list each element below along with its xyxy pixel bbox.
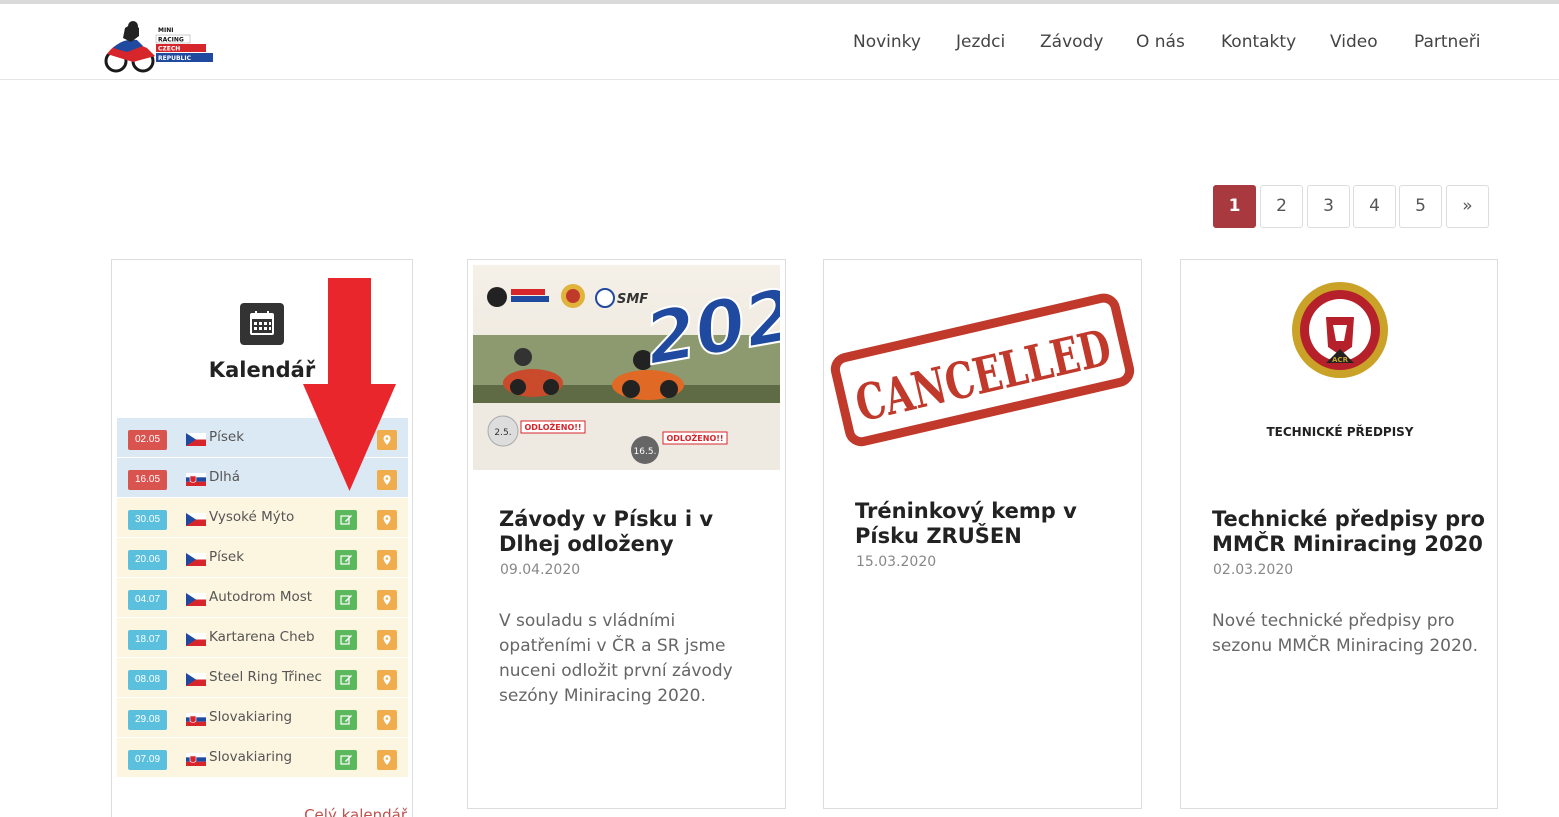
svg-text:ODLOŽENO!!: ODLOŽENO!! <box>666 432 723 443</box>
article-date: 09.04.2020 <box>500 562 581 578</box>
nav-item-kontakty[interactable]: Kontakty <box>1221 32 1296 52</box>
event-date-badge: 16.05 <box>128 470 167 490</box>
article-card[interactable]: ACR TECHNICKÉ PŘEDPISY Technické předpis… <box>1180 259 1498 809</box>
calendar-row: 29.08 Slovakiaring <box>117 698 408 738</box>
map-marker-icon[interactable] <box>377 510 397 530</box>
event-place: Vysoké Mýto <box>209 509 295 525</box>
article-card[interactable]: CANCELLED Tréninkový kemp v Písku ZRUŠEN… <box>823 259 1142 809</box>
event-date-badge: 04.07 <box>128 590 167 610</box>
event-date-badge: 07.09 <box>128 750 167 770</box>
main-nav: Novinky Jezdci Závody O nás Kontakty Vid… <box>0 32 1559 56</box>
calendar-icon <box>240 303 284 345</box>
article-title[interactable]: Tréninkový kemp v Písku ZRUŠEN <box>855 499 1115 549</box>
calendar-row: 20.06 Písek <box>117 538 408 578</box>
article-title[interactable]: Technické předpisy pro MMČR Miniracing 2… <box>1212 507 1487 557</box>
image-caption: TECHNICKÉ PŘEDPISY <box>1266 424 1413 439</box>
event-place: Slovakiaring <box>209 709 293 725</box>
red-arrow-annotation <box>303 278 396 491</box>
event-date-badge: 29.08 <box>128 710 167 730</box>
nav-item-o-nas[interactable]: O nás <box>1136 32 1185 52</box>
register-edit-icon[interactable] <box>335 590 357 610</box>
article-excerpt: V souladu s vládními opatřeními v ČR a S… <box>499 611 733 706</box>
event-place: Autodrom Most <box>209 589 313 605</box>
register-edit-icon[interactable] <box>335 670 357 690</box>
next-page-button[interactable]: » <box>1446 185 1489 228</box>
slovak-flag-icon <box>186 473 206 486</box>
register-edit-icon[interactable] <box>335 550 357 570</box>
register-edit-icon[interactable] <box>335 510 357 530</box>
event-date-badge: 02.05 <box>128 430 167 450</box>
nav-item-partneri[interactable]: Partneři <box>1414 32 1481 52</box>
czech-flag-icon <box>186 593 206 606</box>
article-date: 02.03.2020 <box>1213 562 1294 578</box>
autoklub-seal: ACR <box>1292 282 1388 378</box>
calendar-row: 07.09 Slovakiaring <box>117 738 408 778</box>
map-marker-icon[interactable] <box>377 550 397 570</box>
svg-text:16.5.: 16.5. <box>634 447 657 457</box>
calendar-row: 18.07 Kartarena Cheb <box>117 618 408 658</box>
event-place: Kartarena Cheb <box>209 629 315 645</box>
event-date-badge: 18.07 <box>128 630 167 650</box>
site-header: MINI RACING CZECH REPUBLIC Novinky Jezdc… <box>0 4 1559 80</box>
nav-item-jezdci[interactable]: Jezdci <box>956 32 1005 52</box>
article-image-race-postponed[interactable]: SMF 2020 2.5. ODLOŽENO!! 16.5. ODLOŽENO!… <box>473 265 780 470</box>
czech-flag-icon <box>186 513 206 526</box>
event-place: Slovakiaring <box>209 749 293 765</box>
event-date-badge: 08.08 <box>128 670 167 690</box>
calendar-row: 04.07 Autodrom Most <box>117 578 408 618</box>
czech-flag-icon <box>186 673 206 686</box>
full-calendar-link[interactable]: Celý kalendář <box>304 806 407 817</box>
event-place: Písek <box>209 549 245 565</box>
article-card[interactable]: SMF 2020 2.5. ODLOŽENO!! 16.5. ODLOŽENO!… <box>467 259 786 809</box>
article-excerpt: Nové technické předpisy pro sezonu MMČR … <box>1212 611 1479 656</box>
svg-text:ACR: ACR <box>1332 356 1349 364</box>
article-image-technical-rules[interactable]: ACR TECHNICKÉ PŘEDPISY <box>1186 265 1492 470</box>
czech-flag-icon <box>186 633 206 646</box>
map-marker-icon[interactable] <box>377 630 397 650</box>
article-title[interactable]: Závody v Písku i v Dlhej odloženy <box>499 507 774 557</box>
slovak-flag-icon <box>186 713 206 726</box>
nav-item-zavody[interactable]: Závody <box>1040 32 1103 52</box>
page-3-button[interactable]: 3 <box>1307 185 1350 228</box>
map-marker-icon[interactable] <box>377 750 397 770</box>
event-place: Dlhá <box>209 469 240 485</box>
svg-text:2.5.: 2.5. <box>494 428 511 438</box>
page-1-button[interactable]: 1 <box>1213 185 1256 228</box>
event-date-badge: 20.06 <box>128 550 167 570</box>
event-place: Steel Ring Třinec <box>209 669 322 685</box>
svg-text:ODLOŽENO!!: ODLOŽENO!! <box>524 421 581 432</box>
czech-flag-icon <box>186 553 206 566</box>
page-4-button[interactable]: 4 <box>1353 185 1396 228</box>
page-2-button[interactable]: 2 <box>1260 185 1303 228</box>
logo-word-republic: REPUBLIC <box>158 55 192 62</box>
map-marker-icon[interactable] <box>377 670 397 690</box>
slovak-flag-icon <box>186 753 206 766</box>
event-place: Písek <box>209 429 245 445</box>
nav-item-novinky[interactable]: Novinky <box>853 32 921 52</box>
calendar-row: 08.08 Steel Ring Třinec <box>117 658 408 698</box>
event-date-badge: 30.05 <box>128 510 167 530</box>
page-5-button[interactable]: 5 <box>1399 185 1442 228</box>
nav-item-video[interactable]: Video <box>1330 32 1378 52</box>
register-edit-icon[interactable] <box>335 750 357 770</box>
article-image-cancelled[interactable]: CANCELLED <box>829 265 1136 470</box>
calendar-row: 30.05 Vysoké Mýto <box>117 498 408 538</box>
register-edit-icon[interactable] <box>335 710 357 730</box>
map-marker-icon[interactable] <box>377 710 397 730</box>
article-date: 15.03.2020 <box>856 554 937 570</box>
map-marker-icon[interactable] <box>377 590 397 610</box>
register-edit-icon[interactable] <box>335 630 357 650</box>
czech-flag-icon <box>186 433 206 446</box>
